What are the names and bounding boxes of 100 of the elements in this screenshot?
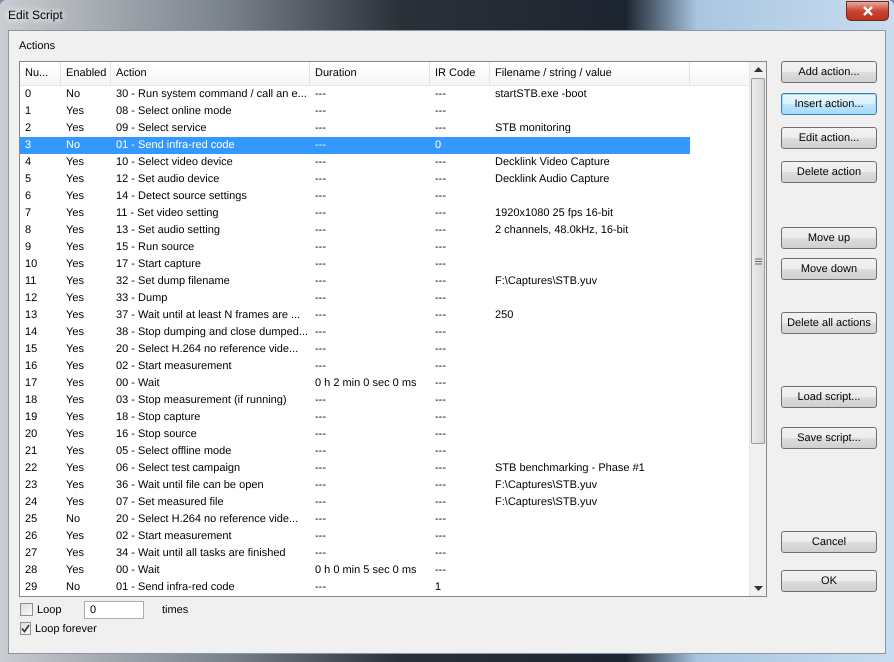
table-row[interactable]: 2 Yes 09 - Select service --- --- STB monitoring [20,120,690,137]
table-row[interactable]: 16 Yes 02 - Start measurement --- --- [20,358,690,375]
action-button[interactable]: Edit action... [781,127,877,149]
close-button[interactable] [846,1,889,21]
table-row[interactable]: 17 Yes 00 - Wait 0 h 2 min 0 sec 0 ms --- [20,375,690,392]
table-cell-text: Yes [65,189,85,204]
action-button[interactable]: Delete action [781,161,877,183]
action-button[interactable]: Move up [781,227,877,249]
table-cell-text: Yes [65,444,85,459]
table-cell-text: Yes [65,155,85,170]
loop-count-field[interactable]: 0 [84,600,144,618]
column-header[interactable]: Filename / string / value [490,62,690,85]
table-row[interactable]: 19 Yes 18 - Stop capture --- --- [20,409,690,426]
column-header[interactable]: Action [111,62,310,85]
table-row[interactable]: 29 No 01 - Send infra-red code --- 1 [20,579,690,596]
table-row[interactable]: 8 Yes 13 - Set audio setting --- --- 2 channels, 48.0kHz, 16-bit [20,222,690,239]
action-button[interactable]: Cancel [781,531,877,553]
scrollbar-thumb[interactable] [751,78,765,444]
table-cell-text: 11 - Set video setting [115,206,220,221]
table-row[interactable]: 28 Yes 00 - Wait 0 h 0 min 5 sec 0 ms --- [20,562,690,579]
table-cell-text: 12 [24,291,38,306]
table-cell-text: 250 [494,308,514,323]
table-cell-text: 08 - Select online mode [115,104,233,119]
table-cell-text: Yes [65,478,85,493]
table-cell-text: --- [314,308,327,323]
table-row[interactable]: 25 No 20 - Select H.264 no reference vide... --- --- [20,511,690,528]
table-cell-text: --- [314,291,327,306]
table-cell-text: 17 [24,376,38,391]
table-cell-text: Yes [65,376,85,391]
table-cell-text: No [65,580,82,595]
table-row[interactable]: 15 Yes 20 - Select H.264 no reference vide... --- --- [20,341,690,358]
table-row[interactable]: 13 Yes 37 - Wait until at least N frames are ... --- --- 250 [20,307,690,324]
table-cell-text: 10 - Select video device [115,155,234,170]
table-row[interactable]: 23 Yes 36 - Wait until file can be open --- --- F:\Captures\STB.yuv [20,477,690,494]
table-row[interactable]: 20 Yes 16 - Stop source --- --- [20,426,690,443]
table-cell-text: 0 h 2 min 0 sec 0 ms [314,376,418,391]
table-cell-text: --- [314,240,327,255]
scroll-up-icon[interactable] [754,67,762,72]
table-cell-text: --- [434,325,447,340]
table-cell-text: 13 - Set audio setting [115,223,221,238]
table-cell-text: 01 - Send infra-red code [115,580,236,595]
action-button[interactable]: Move down [781,258,877,280]
table-row[interactable]: 4 Yes 10 - Select video device --- --- Decklink Video Capture [20,154,690,171]
table-cell-text: 23 [24,478,38,493]
table-row[interactable]: 26 Yes 02 - Start measurement --- --- [20,528,690,545]
table-cell-text: 06 - Select test campaign [115,461,242,476]
loop-checkbox[interactable] [20,603,33,616]
scroll-down-icon[interactable] [754,586,762,591]
table-cell-text: --- [314,580,327,595]
table-cell-text: 28 [24,563,38,578]
column-header[interactable]: Duration [310,62,430,85]
checkbox-label: Loop forever [35,622,97,634]
table-row[interactable]: 27 Yes 34 - Wait until all tasks are finished --- --- [20,545,690,562]
table-cell-text: 1920x1080 25 fps 16-bit [494,206,614,221]
action-button[interactable]: OK [781,570,877,592]
table-row[interactable]: 5 Yes 12 - Set audio device --- --- Decklink Audio Capture [20,171,690,188]
table-cell-text: --- [434,121,447,136]
action-button[interactable]: Load script... [781,386,877,408]
table-cell-text: --- [434,87,447,102]
table-row[interactable]: 0 No 30 - Run system command / call an e... --- --- startSTB.exe -boot [20,86,690,103]
action-button[interactable]: Delete all actions [781,312,877,334]
vertical-scrollbar[interactable] [749,62,766,596]
table-cell-text: 20 - Select H.264 no reference vide... [115,512,300,527]
table-row[interactable]: 12 Yes 33 - Dump --- --- [20,290,690,307]
table-cell-text: 7 [24,206,32,221]
action-button[interactable]: Save script... [781,427,877,449]
column-header[interactable]: IR Code [430,62,490,85]
table-cell-text: --- [434,478,447,493]
action-button[interactable]: Insert action... [781,93,877,115]
loop-forever-checkbox[interactable] [20,622,31,635]
table-cell-text: 13 [24,308,38,323]
table-row[interactable]: 18 Yes 03 - Stop measurement (if running) --- --- [20,392,690,409]
table-cell-text: Yes [65,104,85,119]
table-row[interactable]: 10 Yes 17 - Start capture --- --- [20,256,690,273]
window-title: Edit Script [8,8,63,22]
table-cell-text: 26 [24,529,38,544]
table-cell-text: Yes [65,325,85,340]
table-cell-text: 16 [24,359,38,374]
table-row[interactable]: 14 Yes 38 - Stop dumping and close dumped... --- --- [20,324,690,341]
table-cell-text: --- [434,461,447,476]
table-cell-text: 18 [24,393,38,408]
table-row[interactable]: 11 Yes 32 - Set dump filename --- --- F:\Captures\STB.yuv [20,273,690,290]
table-row[interactable]: 6 Yes 14 - Detect source settings --- --- [20,188,690,205]
table-cell-text: 00 - Wait [115,563,161,578]
table-cell-text: --- [314,342,327,357]
table-row[interactable]: 22 Yes 06 - Select test campaign --- --- STB benchmarking - Phase #1 [20,460,690,477]
table-cell-text: No [65,138,82,153]
action-button[interactable]: Add action... [781,61,877,83]
table-row[interactable]: 7 Yes 11 - Set video setting --- --- 1920x1080 25 fps 16-bit [20,205,690,222]
table-row[interactable]: 9 Yes 15 - Run source --- --- [20,239,690,256]
table-row[interactable]: 1 Yes 08 - Select online mode --- --- [20,103,690,120]
column-header[interactable]: Nu... [20,62,61,85]
table-cell-text: --- [434,223,447,238]
checkbox-label: Loop [37,604,62,616]
table-cell-text: 12 - Set audio device [115,172,220,187]
table-row[interactable]: 21 Yes 05 - Select offline mode --- --- [20,443,690,460]
table-cell-text: --- [314,461,327,476]
column-header[interactable]: Enabled [61,62,111,85]
table-cell-text: --- [314,444,327,459]
table-row[interactable]: 24 Yes 07 - Set measured file --- --- F:\Captures\STB.yuv [20,494,690,511]
